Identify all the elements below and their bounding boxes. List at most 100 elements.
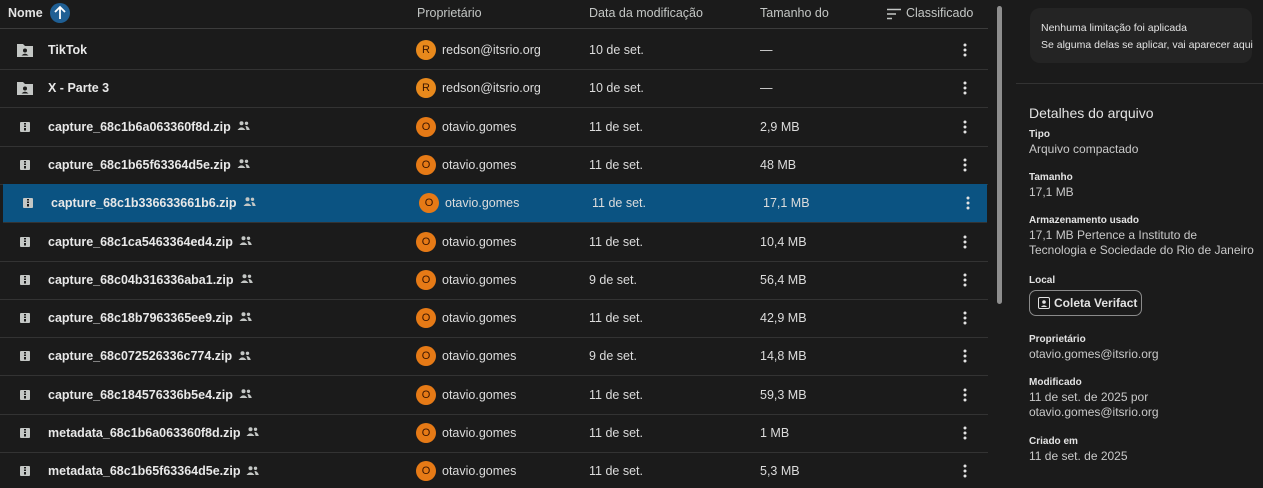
table-row[interactable]: X - Parte 3 Rredson@itsrio.org 10 de set. — xyxy=(0,69,988,109)
file-name[interactable]: capture_68c1b65f63364d5e.zip xyxy=(48,146,250,184)
owner-name: otavio.gomes xyxy=(442,311,517,326)
shared-people-icon xyxy=(237,121,250,130)
file-size: 48 MB xyxy=(760,157,797,172)
shared-people-icon xyxy=(239,236,252,245)
more-actions-icon[interactable] xyxy=(959,463,971,479)
modified-date: 9 de set. xyxy=(589,272,637,287)
file-name-label: capture_68c1b65f63364d5e.zip xyxy=(48,157,231,172)
size-column-header[interactable]: Tamanho do xyxy=(760,0,829,28)
more-actions-icon[interactable] xyxy=(959,80,971,96)
more-actions-icon[interactable] xyxy=(959,348,971,364)
zip-file-icon xyxy=(20,274,30,285)
more-actions-icon[interactable] xyxy=(959,272,971,288)
zip-file-icon xyxy=(20,466,30,477)
file-name[interactable]: capture_68c1b336633661b6.zip xyxy=(51,184,256,222)
scrollbar-thumb[interactable] xyxy=(997,6,1002,304)
more-actions-icon[interactable] xyxy=(959,310,971,326)
table-row[interactable]: TikTok Rredson@itsrio.org 10 de set. — xyxy=(0,31,988,70)
file-name-label: capture_68c1ca5463364ed4.zip xyxy=(48,234,233,249)
file-name[interactable]: metadata_68c1b65f63364d5e.zip xyxy=(48,452,260,488)
owner-avatar: O xyxy=(416,346,436,367)
file-name[interactable]: X - Parte 3 xyxy=(48,69,109,107)
owner-avatar: O xyxy=(416,384,436,405)
owner-avatar: O xyxy=(416,461,436,482)
modified-date: 11 de set. xyxy=(592,196,646,211)
file-name[interactable]: capture_68c184576336b5e4.zip xyxy=(48,376,252,414)
file-name[interactable]: metadata_68c1b6a063360f8d.zip xyxy=(48,414,260,452)
file-name-label: capture_68c18b7963365ee9.zip xyxy=(48,311,233,326)
more-actions-icon[interactable] xyxy=(959,119,971,135)
location-label: Local xyxy=(1029,275,1056,286)
owner-name: otavio.gomes xyxy=(442,464,517,479)
table-row[interactable]: capture_68c1b65f63364d5e.zip Ootavio.gome… xyxy=(0,146,988,185)
table-row[interactable]: capture_68c04b316336aba1.zip Ootavio.gome… xyxy=(0,261,988,300)
file-name[interactable]: capture_68c1ca5463364ed4.zip xyxy=(48,223,252,261)
list-header: Nome Proprietário Data da modificação Ta… xyxy=(0,0,988,29)
owner-avatar: O xyxy=(416,423,436,443)
more-actions-icon[interactable] xyxy=(959,387,971,403)
shared-people-icon xyxy=(246,427,260,437)
table-row[interactable]: capture_68c1ca5463364ed4.zip Ootavio.gome… xyxy=(0,223,988,262)
modified-date: 11 de set. xyxy=(589,311,643,326)
owner-avatar: R xyxy=(416,40,436,60)
shared-folder-icon xyxy=(17,82,33,96)
sort-options-button[interactable]: Classificado xyxy=(887,0,973,28)
file-size: — xyxy=(760,81,773,96)
type-label: Tipo xyxy=(1029,129,1050,140)
location-folder-name: Coleta Verifact xyxy=(1054,296,1138,310)
file-name[interactable]: capture_68c1b6a063360f8d.zip xyxy=(48,108,250,146)
table-row[interactable]: capture_68c1b6a063360f8d.zip Ootavio.gome… xyxy=(0,108,988,147)
created-value: 11 de set. de 2025 xyxy=(1029,449,1128,463)
shared-people-icon xyxy=(237,159,250,169)
file-size: 56,4 MB xyxy=(760,272,807,287)
file-size: — xyxy=(760,43,773,57)
file-name[interactable]: capture_68c072526336c774.zip xyxy=(48,337,251,375)
modified-column-header[interactable]: Data da modificação xyxy=(589,0,703,28)
table-row[interactable]: metadata_68c1b6a063360f8d.zip Ootavio.gom… xyxy=(0,414,988,453)
owner-avatar: O xyxy=(416,231,436,252)
more-actions-icon[interactable] xyxy=(959,42,971,58)
file-name-label: X - Parte 3 xyxy=(48,81,110,96)
shared-folder-icon xyxy=(17,44,33,57)
zip-file-icon xyxy=(20,313,30,324)
table-row[interactable]: metadata_68c1b65f63364d5e.zip Ootavio.gom… xyxy=(0,452,988,488)
details-title: Detalhes do arquivo xyxy=(1029,105,1154,121)
owner-value: otavio.gomes@itsrio.org xyxy=(1029,347,1159,361)
sort-icon xyxy=(887,8,901,20)
shared-people-icon xyxy=(238,350,251,360)
shared-people-icon xyxy=(240,274,253,283)
zip-file-icon xyxy=(20,428,30,438)
owner-avatar: O xyxy=(416,154,436,175)
modified-date: 11 de set. xyxy=(589,387,643,402)
owner-column-header[interactable]: Proprietário xyxy=(417,0,482,28)
more-actions-icon[interactable] xyxy=(959,425,971,441)
owner-avatar: O xyxy=(419,193,439,214)
file-name-label: TikTok xyxy=(48,43,88,57)
owner-label: Proprietário xyxy=(1029,334,1086,345)
table-row[interactable]: capture_68c184576336b5e4.zip Ootavio.gome… xyxy=(0,376,988,415)
owner-name: otavio.gomes xyxy=(442,234,517,249)
file-name-label: capture_68c1b6a063360f8d.zip xyxy=(48,119,231,134)
storage-value: 17,1 MB Pertence a Instituto de Tecnolog… xyxy=(1029,228,1254,257)
more-actions-icon[interactable] xyxy=(959,234,971,250)
modified-date: 11 de set. xyxy=(589,157,643,172)
table-row[interactable]: capture_68c18b7963365ee9.zip Ootavio.gome… xyxy=(0,299,988,339)
more-actions-icon[interactable] xyxy=(959,157,971,173)
shared-people-icon xyxy=(243,197,256,207)
file-size: 42,9 MB xyxy=(760,311,807,326)
table-row[interactable]: capture_68c1b336633661b6.zip Ootavio.gome… xyxy=(3,184,987,224)
file-size: 5,3 MB xyxy=(760,464,800,479)
owner-avatar: O xyxy=(416,269,436,290)
sort-ascending-icon[interactable] xyxy=(50,2,71,23)
file-name-label: capture_68c184576336b5e4.zip xyxy=(48,387,233,402)
table-row[interactable]: capture_68c072526336c774.zip Ootavio.gome… xyxy=(0,337,988,377)
modified-date: 9 de set. xyxy=(589,349,637,364)
file-name[interactable]: capture_68c04b316336aba1.zip xyxy=(48,261,253,299)
name-column-header[interactable]: Nome xyxy=(8,0,71,28)
owner-name: otavio.gomes xyxy=(442,157,517,172)
file-name[interactable]: capture_68c18b7963365ee9.zip xyxy=(48,299,252,337)
more-actions-icon[interactable] xyxy=(962,195,974,211)
location-folder-button[interactable]: Coleta Verifact xyxy=(1029,290,1142,316)
file-name[interactable]: TikTok xyxy=(48,31,87,69)
owner-name: otavio.gomes xyxy=(442,426,517,440)
